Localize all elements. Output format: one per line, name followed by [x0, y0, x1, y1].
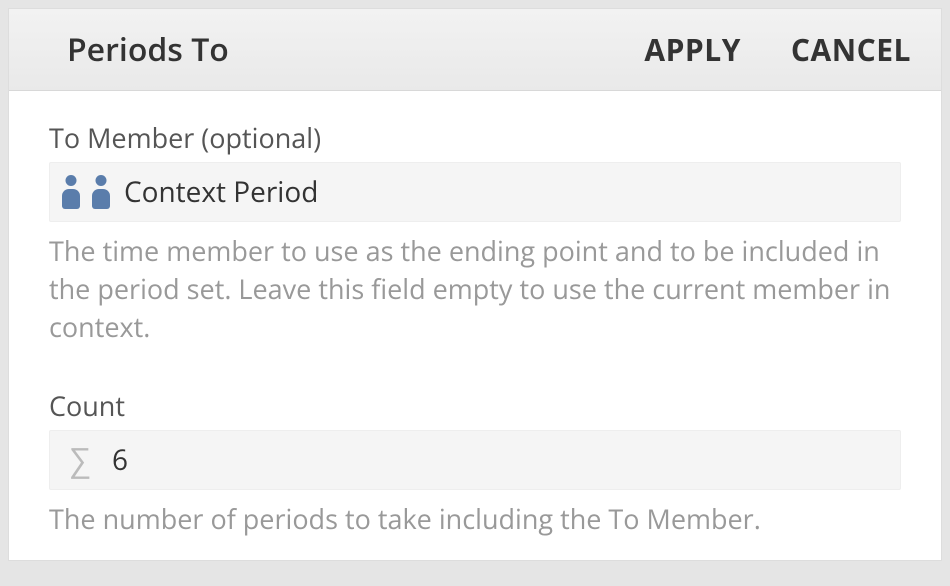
periods-to-dialog: Periods To APPLY CANCEL To Member (optio… — [8, 8, 942, 561]
dialog-title: Periods To — [67, 28, 644, 71]
count-value: 6 — [112, 441, 128, 479]
count-help: The number of periods to take including … — [49, 500, 901, 538]
sigma-icon: ∑ — [62, 444, 98, 476]
to-member-help: The time member to use as the ending poi… — [49, 232, 901, 345]
apply-button[interactable]: APPLY — [644, 29, 741, 70]
cancel-button[interactable]: CANCEL — [791, 29, 911, 70]
section-gap — [49, 345, 901, 387]
dialog-actions: APPLY CANCEL — [644, 29, 911, 70]
to-member-label: To Member (optional) — [49, 119, 901, 156]
dialog-header: Periods To APPLY CANCEL — [9, 9, 941, 91]
count-label: Count — [49, 387, 901, 424]
to-member-input[interactable]: Context Period — [49, 162, 901, 222]
count-input[interactable]: ∑ 6 — [49, 430, 901, 490]
member-icon-group — [62, 175, 110, 209]
dialog-body: To Member (optional) Context Period The … — [9, 91, 941, 560]
person-icon — [92, 175, 110, 209]
person-icon — [62, 175, 80, 209]
to-member-value: Context Period — [124, 173, 318, 211]
